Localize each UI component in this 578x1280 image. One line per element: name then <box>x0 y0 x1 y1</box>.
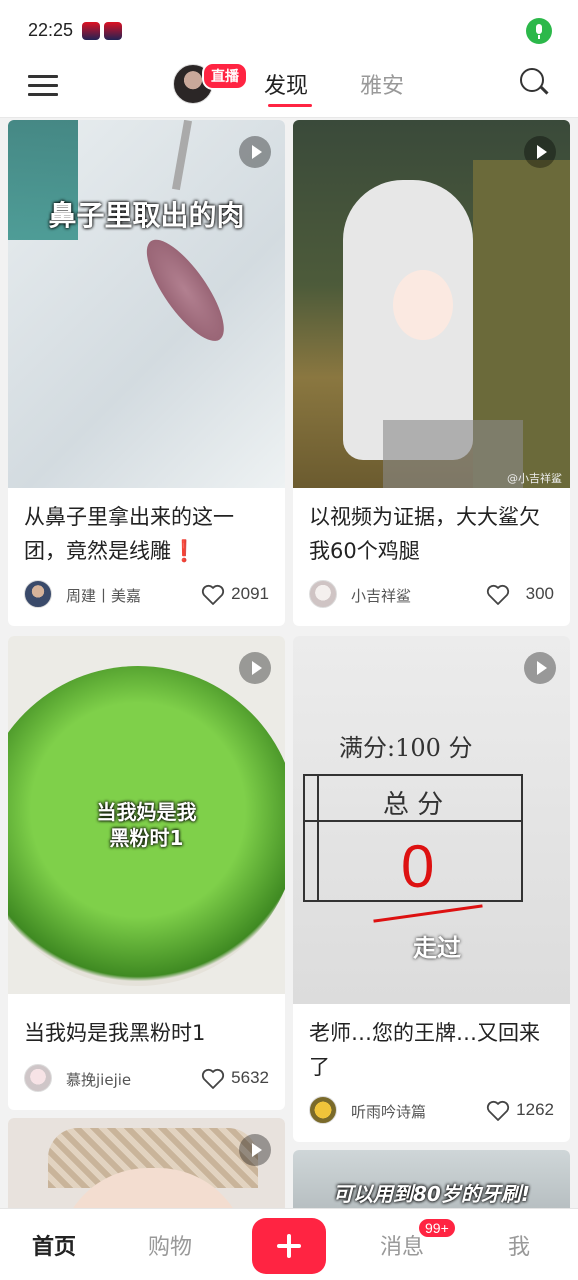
tab-messages[interactable]: 消息 <box>380 1229 424 1261</box>
cover-caption: 可以用到80岁的牙刷! <box>333 1182 530 1206</box>
messages-badge: 99+ <box>417 1217 457 1239</box>
feed-card[interactable]: @小吉祥鲨 以视频为证据，大大鲨欠我60个鸡腿 小吉祥鲨 300 <box>293 120 570 626</box>
tab-local[interactable]: 雅安 <box>360 68 404 100</box>
status-bar: 22:25 <box>0 0 578 60</box>
author-row[interactable]: 小吉祥鲨 300 <box>309 580 556 610</box>
play-icon <box>524 652 556 684</box>
feed-card[interactable]: 当我妈是我 黑粉时1 当我妈是我黑粉时1 慕挽jiejie 5632 <box>8 636 285 1110</box>
author-name[interactable]: 慕挽jiejie <box>66 1069 131 1090</box>
card-title[interactable]: 以视频为证据，大大鲨欠我60个鸡腿 <box>309 500 556 568</box>
status-time: 22:25 <box>28 20 74 40</box>
menu-icon[interactable] <box>28 72 60 98</box>
author-name[interactable]: 小吉祥鲨 <box>351 585 411 606</box>
author-name[interactable]: 听雨吟诗篇 <box>351 1101 426 1122</box>
cover-caption: 当我妈是我 <box>96 800 197 824</box>
author-name[interactable]: 周建丨美嘉 <box>66 585 141 606</box>
top-nav: 直播 发现 雅安 <box>0 60 578 118</box>
cover-caption: 满分:100 分 <box>339 734 473 762</box>
author-row[interactable]: 慕挽jiejie 5632 <box>24 1064 271 1094</box>
card-title[interactable]: 老师…您的王牌…又回来了 <box>309 1016 556 1084</box>
app-root: 22:25 直播 发现 雅安 鼻子里取出的肉 从鼻子里拿出来的这一团，竟然是线雕… <box>0 0 578 1280</box>
card-title[interactable]: 从鼻子里拿出来的这一团，竟然是线雕❗ <box>24 500 271 568</box>
tab-discover[interactable]: 发现 <box>264 68 308 100</box>
tab-me[interactable]: 我 <box>508 1229 530 1261</box>
tab-shop[interactable]: 购物 <box>148 1229 192 1261</box>
cover-caption: 走过 <box>413 934 461 962</box>
author-avatar[interactable] <box>24 580 52 608</box>
author-row[interactable]: 听雨吟诗篇 1262 <box>309 1096 556 1126</box>
heart-icon[interactable] <box>486 1100 510 1122</box>
card-title[interactable]: 当我妈是我黑粉时1 <box>24 1016 271 1050</box>
live-badge[interactable]: 直播 <box>202 62 248 90</box>
cover-caption: 鼻子里取出的肉 <box>48 199 245 232</box>
microphone-icon <box>526 18 552 44</box>
heart-icon[interactable] <box>201 584 225 606</box>
author-row[interactable]: 周建丨美嘉 2091 <box>24 580 271 610</box>
active-tab-indicator <box>268 104 312 107</box>
play-icon <box>239 136 271 168</box>
search-icon[interactable] <box>520 68 550 98</box>
notification-app-icon <box>82 22 100 40</box>
like-count: 5632 <box>231 1068 269 1087</box>
bottom-tab-bar: 首页 购物 消息 99+ 我 <box>0 1208 578 1280</box>
tab-home[interactable]: 首页 <box>32 1229 76 1261</box>
play-icon <box>239 652 271 684</box>
notification-app-icon <box>104 22 122 40</box>
feed-card[interactable]: 满分:100 分 总 分 0 走过 老师…您的王牌…又回来了 听雨吟诗篇 126… <box>293 636 570 1142</box>
author-avatar[interactable] <box>24 1064 52 1092</box>
like-count: 2091 <box>231 584 269 603</box>
play-icon <box>524 136 556 168</box>
like-count: 300 <box>525 584 554 603</box>
card-cover[interactable]: @小吉祥鲨 <box>293 120 570 488</box>
author-avatar[interactable] <box>309 1096 337 1124</box>
cover-caption: 0 <box>401 833 435 900</box>
heart-icon[interactable] <box>201 1068 225 1090</box>
cover-watermark: @小吉祥鲨 <box>507 472 562 485</box>
card-cover[interactable]: 当我妈是我 黑粉时1 <box>8 636 285 994</box>
card-cover[interactable]: 满分:100 分 总 分 0 走过 <box>293 636 570 1004</box>
card-cover[interactable]: 鼻子里取出的肉 <box>8 120 285 488</box>
add-post-button[interactable] <box>252 1218 326 1274</box>
like-count: 1262 <box>516 1100 554 1119</box>
play-icon <box>239 1134 271 1166</box>
cover-caption: 总 分 <box>383 790 444 820</box>
author-avatar[interactable] <box>309 580 337 608</box>
feed-card[interactable]: 鼻子里取出的肉 从鼻子里拿出来的这一团，竟然是线雕❗ 周建丨美嘉 2091 <box>8 120 285 626</box>
cover-caption: 黑粉时1 <box>109 826 184 850</box>
heart-icon[interactable] <box>486 584 510 606</box>
